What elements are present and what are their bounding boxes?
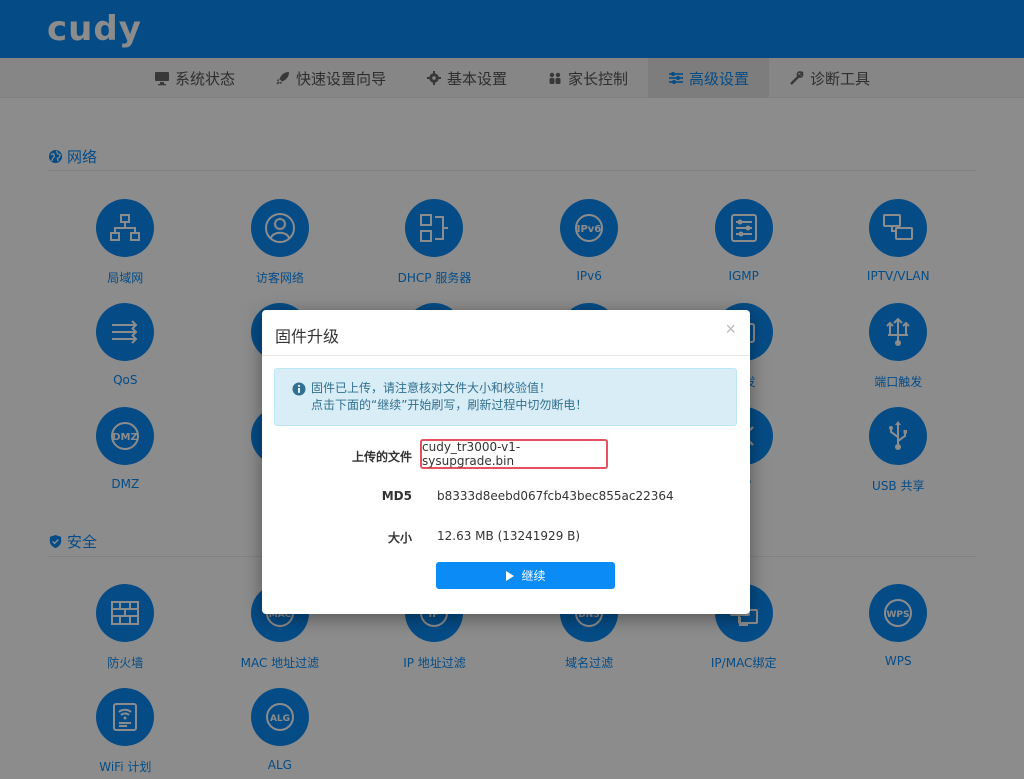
size-label: 大小 [387, 531, 412, 545]
alert-line-1: 固件已上传，请注意核对文件大小和校验值！ [311, 381, 552, 395]
continue-button[interactable]: 继续 [436, 562, 615, 589]
play-icon [505, 570, 515, 581]
firmware-upgrade-dialog: 固件升级 × 固件已上传，请注意核对文件大小和校验值！ 点击下面的“继续”开始刷… [262, 310, 750, 614]
alert-line-2: 点击下面的“继续”开始刷写，刷新过程中切勿断电！ [311, 398, 588, 412]
info-icon [292, 382, 306, 396]
md5-value: b8333d8eebd067fcb43bec855ac22364 [437, 489, 674, 503]
info-alert: 固件已上传，请注意核对文件大小和校验值！ 点击下面的“继续”开始刷写，刷新过程中… [274, 368, 737, 426]
uploaded-file-name: cudy_tr3000-v1-sysupgrade.bin [420, 439, 608, 469]
dialog-title: 固件升级 [275, 327, 340, 346]
continue-label: 继续 [521, 569, 546, 583]
file-label: 上传的文件 [351, 450, 412, 464]
dialog-header: 固件升级 × [262, 310, 750, 356]
router-admin-page: cudy 系统状态 快速设置向导 基本设置 家长控制 高级设置 诊断工具 网络 局域网 访客… [0, 0, 1024, 779]
md5-label: MD5 [381, 489, 412, 503]
size-value: 12.63 MB (13241929 B) [437, 529, 581, 543]
close-icon[interactable]: × [725, 319, 736, 340]
